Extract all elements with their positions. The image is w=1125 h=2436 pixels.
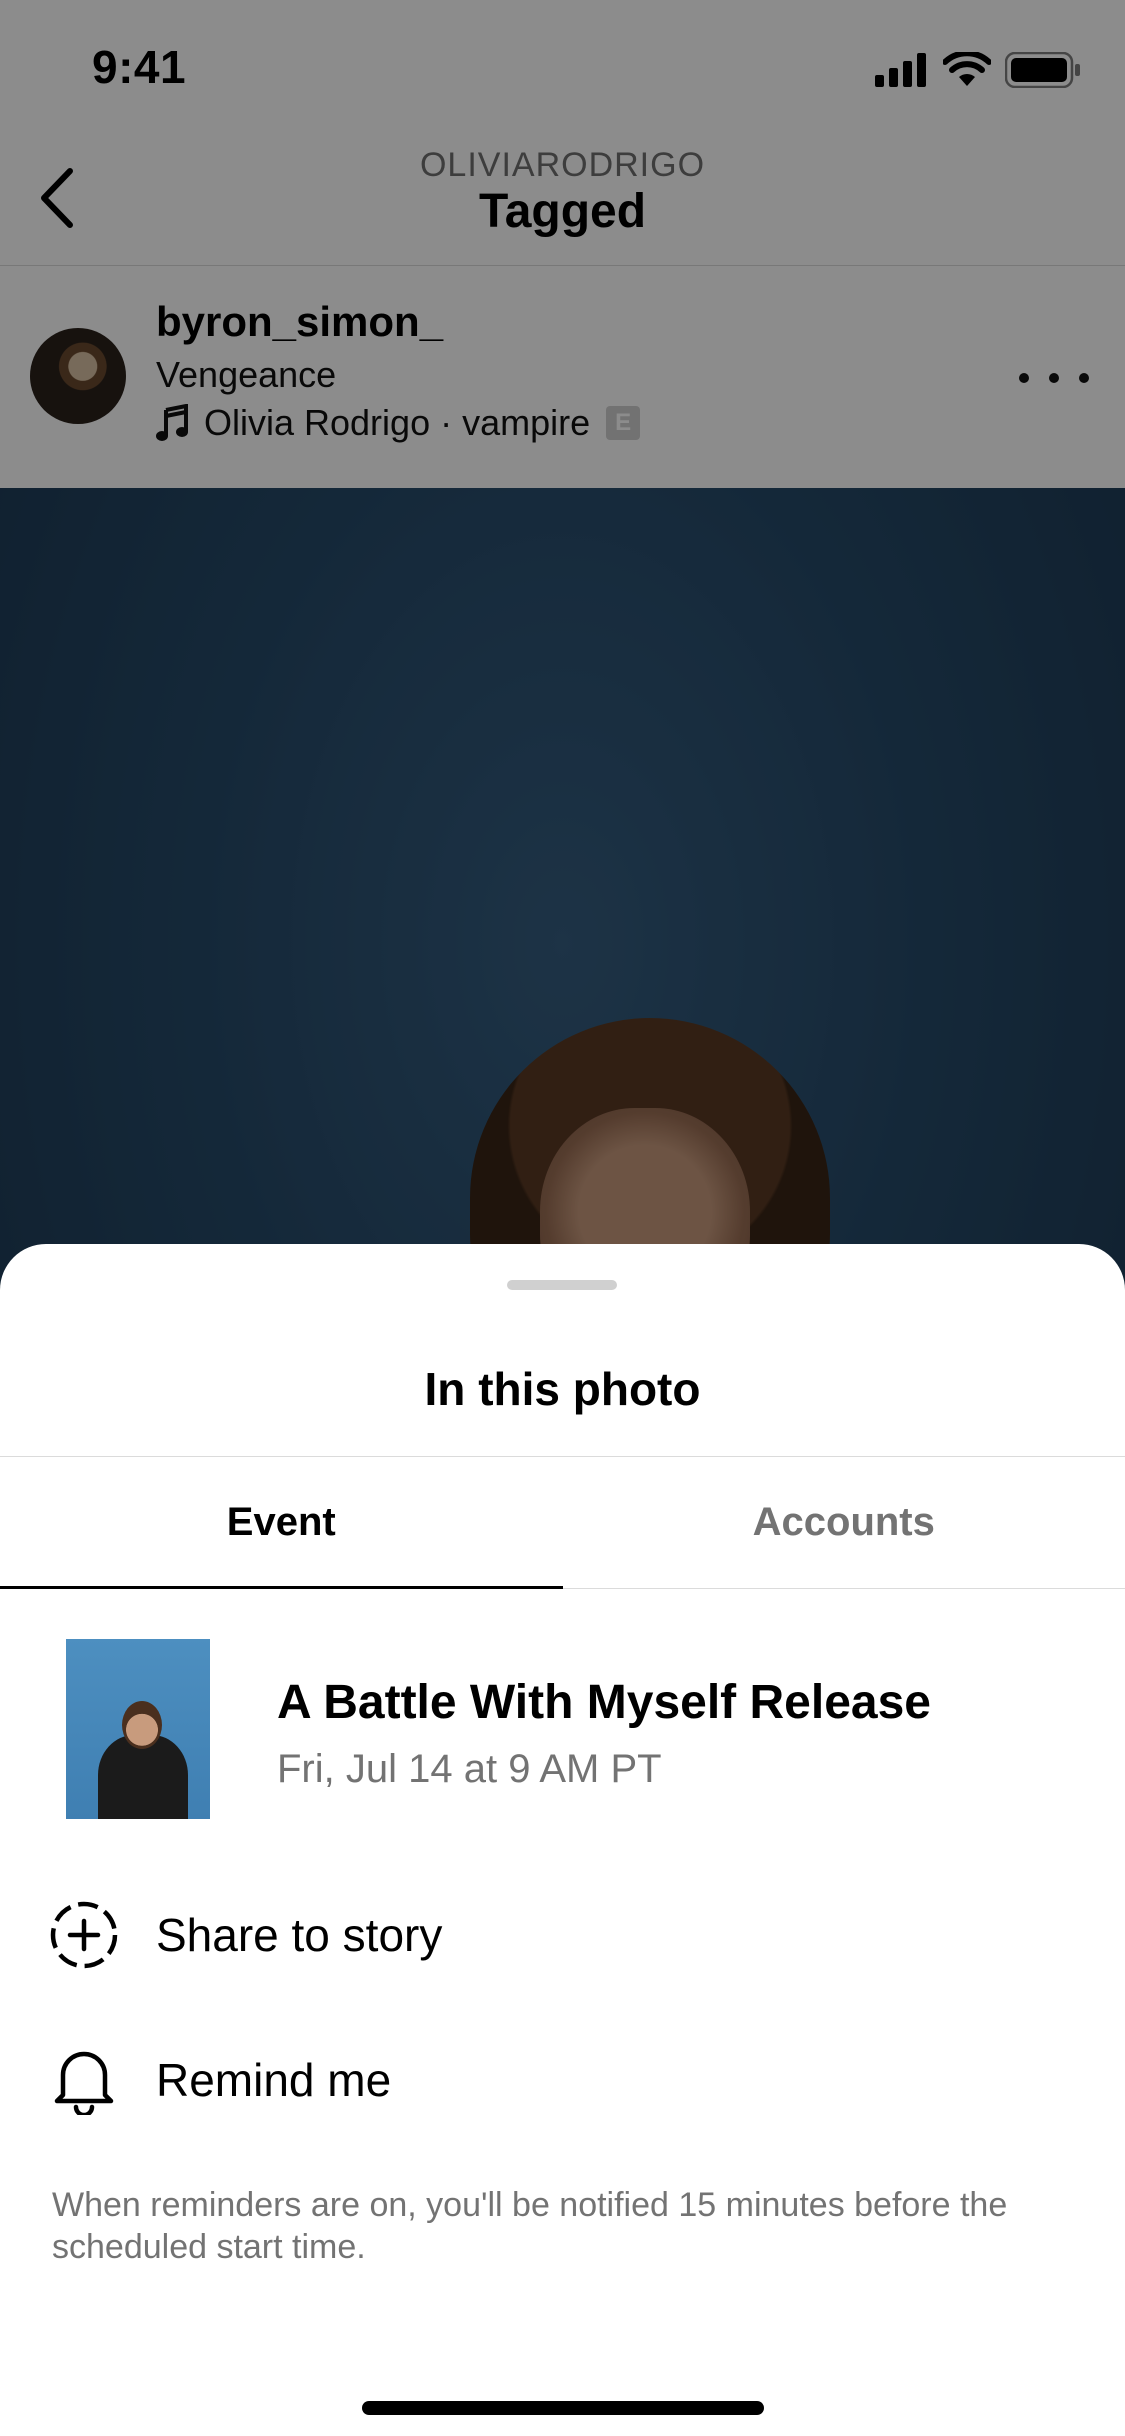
share-to-story-button[interactable]: Share to story [0, 1880, 1125, 1990]
event-row[interactable]: A Battle With Myself Release Fri, Jul 14… [0, 1639, 1125, 1819]
remind-me-label: Remind me [156, 2054, 392, 2106]
thumbnail-figure-head [122, 1701, 162, 1749]
event-time: Fri, Jul 14 at 9 AM PT [277, 1747, 662, 1791]
event-thumbnail [66, 1639, 210, 1819]
bottom-sheet: In this photo Event Accounts A Battle Wi… [0, 1244, 1125, 2436]
bell-icon [48, 2044, 120, 2116]
tab-event[interactable]: Event [0, 1457, 563, 1589]
sheet-grabber[interactable] [507, 1280, 617, 1290]
dashed-circle-plus-icon [48, 1899, 120, 1971]
tab-bar: Event Accounts [0, 1457, 1125, 1589]
share-to-story-label: Share to story [156, 1909, 443, 1961]
event-title: A Battle With Myself Release [277, 1676, 931, 1729]
remind-me-button[interactable]: Remind me [0, 2025, 1125, 2135]
screen: 9:41 OLIVIARODRIGO Tagged byron_simon_ V… [0, 0, 1125, 2436]
tab-accounts[interactable]: Accounts [563, 1457, 1125, 1588]
home-indicator[interactable] [362, 2401, 764, 2415]
reminder-note: When reminders are on, you'll be notifie… [52, 2186, 1008, 2266]
sheet-title: In this photo [424, 1363, 701, 1415]
